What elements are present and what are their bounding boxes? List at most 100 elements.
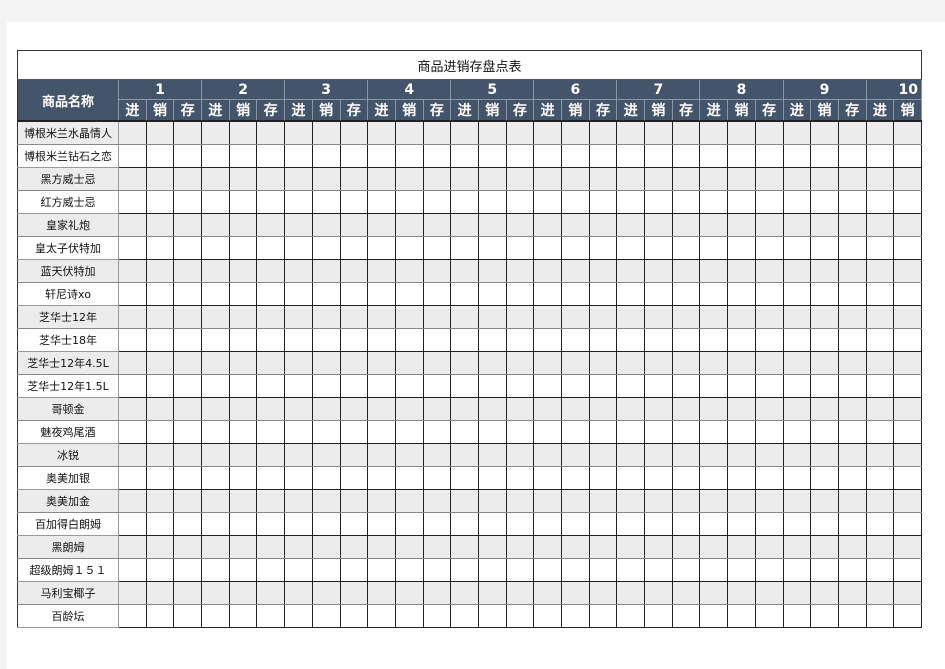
cell-day8-in[interactable] (699, 374, 729, 398)
cell-day5-stock[interactable] (505, 144, 535, 168)
cell-day3-stock[interactable] (339, 144, 369, 168)
cell-day7-sales[interactable] (644, 282, 673, 306)
cell-day4-in[interactable] (367, 466, 396, 490)
cell-day4-sales[interactable] (394, 236, 424, 260)
cell-day2-in[interactable] (201, 604, 230, 628)
cell-day9-in[interactable] (782, 144, 812, 168)
cell-day4-sales[interactable] (394, 604, 424, 628)
cell-day6-in[interactable] (533, 443, 562, 467)
cell-day4-in[interactable] (367, 259, 396, 283)
cell-day10-sales[interactable] (893, 397, 922, 421)
cell-day1-sales[interactable] (145, 374, 175, 398)
cell-day6-stock[interactable] (588, 167, 618, 191)
cell-day9-sales[interactable] (810, 489, 839, 513)
cell-day1-in[interactable] (118, 535, 147, 559)
cell-day3-stock[interactable] (339, 282, 369, 306)
cell-day3-stock[interactable] (339, 328, 369, 352)
cell-day9-sales[interactable] (810, 558, 839, 582)
cell-day3-stock[interactable] (339, 466, 369, 490)
cell-day1-stock[interactable] (173, 213, 203, 237)
cell-day1-stock[interactable] (173, 282, 203, 306)
cell-day6-stock[interactable] (588, 604, 618, 628)
cell-day5-sales[interactable] (477, 466, 507, 490)
cell-day3-stock[interactable] (339, 489, 369, 513)
cell-day9-sales[interactable] (810, 604, 839, 628)
product-name-cell[interactable]: 哥顿金 (17, 397, 119, 421)
cell-day6-in[interactable] (533, 604, 562, 628)
cell-day2-sales[interactable] (228, 190, 258, 214)
cell-day9-in[interactable] (782, 489, 812, 513)
cell-day8-sales[interactable] (727, 420, 756, 444)
cell-day9-stock[interactable] (837, 558, 867, 582)
cell-day8-sales[interactable] (727, 236, 756, 260)
cell-day10-in[interactable] (865, 328, 895, 352)
cell-day1-in[interactable] (118, 420, 147, 444)
cell-day7-in[interactable] (616, 213, 646, 237)
cell-day5-in[interactable] (450, 120, 479, 145)
cell-day1-sales[interactable] (145, 604, 175, 628)
cell-day3-in[interactable] (284, 374, 313, 398)
cell-day3-sales[interactable] (311, 144, 341, 168)
cell-day8-in[interactable] (699, 420, 729, 444)
cell-day5-stock[interactable] (505, 213, 535, 237)
cell-day5-in[interactable] (450, 351, 479, 375)
cell-day3-sales[interactable] (311, 581, 341, 605)
cell-day5-sales[interactable] (477, 443, 507, 467)
cell-day7-sales[interactable] (644, 443, 673, 467)
cell-day2-stock[interactable] (256, 305, 286, 329)
cell-day7-stock[interactable] (671, 190, 701, 214)
cell-day1-stock[interactable] (173, 466, 203, 490)
cell-day2-stock[interactable] (256, 328, 286, 352)
cell-day10-sales[interactable] (893, 512, 922, 536)
cell-day1-sales[interactable] (145, 328, 175, 352)
cell-day4-sales[interactable] (394, 259, 424, 283)
cell-day10-in[interactable] (865, 374, 895, 398)
cell-day7-in[interactable] (616, 420, 646, 444)
product-name-cell[interactable]: 博根米兰钻石之恋 (17, 144, 119, 168)
cell-day9-sales[interactable] (810, 328, 839, 352)
cell-day3-stock[interactable] (339, 167, 369, 191)
cell-day7-sales[interactable] (644, 351, 673, 375)
cell-day3-in[interactable] (284, 282, 313, 306)
cell-day6-in[interactable] (533, 351, 562, 375)
cell-day8-sales[interactable] (727, 282, 756, 306)
cell-day2-in[interactable] (201, 512, 230, 536)
cell-day3-stock[interactable] (339, 558, 369, 582)
cell-day8-stock[interactable] (754, 466, 784, 490)
cell-day6-sales[interactable] (561, 397, 590, 421)
cell-day3-stock[interactable] (339, 236, 369, 260)
cell-day1-sales[interactable] (145, 259, 175, 283)
cell-day7-sales[interactable] (644, 167, 673, 191)
cell-day8-sales[interactable] (727, 374, 756, 398)
cell-day8-in[interactable] (699, 581, 729, 605)
cell-day5-sales[interactable] (477, 144, 507, 168)
product-name-cell[interactable]: 奥美加金 (17, 489, 119, 513)
cell-day4-in[interactable] (367, 535, 396, 559)
cell-day8-stock[interactable] (754, 512, 784, 536)
cell-day2-stock[interactable] (256, 351, 286, 375)
cell-day3-in[interactable] (284, 535, 313, 559)
cell-day5-in[interactable] (450, 420, 479, 444)
cell-day9-in[interactable] (782, 466, 812, 490)
cell-day1-stock[interactable] (173, 167, 203, 191)
cell-day5-stock[interactable] (505, 236, 535, 260)
cell-day9-stock[interactable] (837, 351, 867, 375)
cell-day2-in[interactable] (201, 351, 230, 375)
cell-day1-sales[interactable] (145, 512, 175, 536)
cell-day6-sales[interactable] (561, 305, 590, 329)
cell-day2-sales[interactable] (228, 512, 258, 536)
cell-day9-sales[interactable] (810, 351, 839, 375)
cell-day3-stock[interactable] (339, 397, 369, 421)
cell-day8-in[interactable] (699, 167, 729, 191)
cell-day3-in[interactable] (284, 236, 313, 260)
product-name-cell[interactable]: 冰锐 (17, 443, 119, 467)
cell-day5-in[interactable] (450, 443, 479, 467)
cell-day2-sales[interactable] (228, 328, 258, 352)
product-name-cell[interactable]: 芝华士12年1.5L (17, 374, 119, 398)
cell-day9-sales[interactable] (810, 443, 839, 467)
cell-day4-stock[interactable] (422, 236, 452, 260)
cell-day5-in[interactable] (450, 236, 479, 260)
cell-day6-sales[interactable] (561, 259, 590, 283)
cell-day4-sales[interactable] (394, 282, 424, 306)
cell-day4-stock[interactable] (422, 558, 452, 582)
